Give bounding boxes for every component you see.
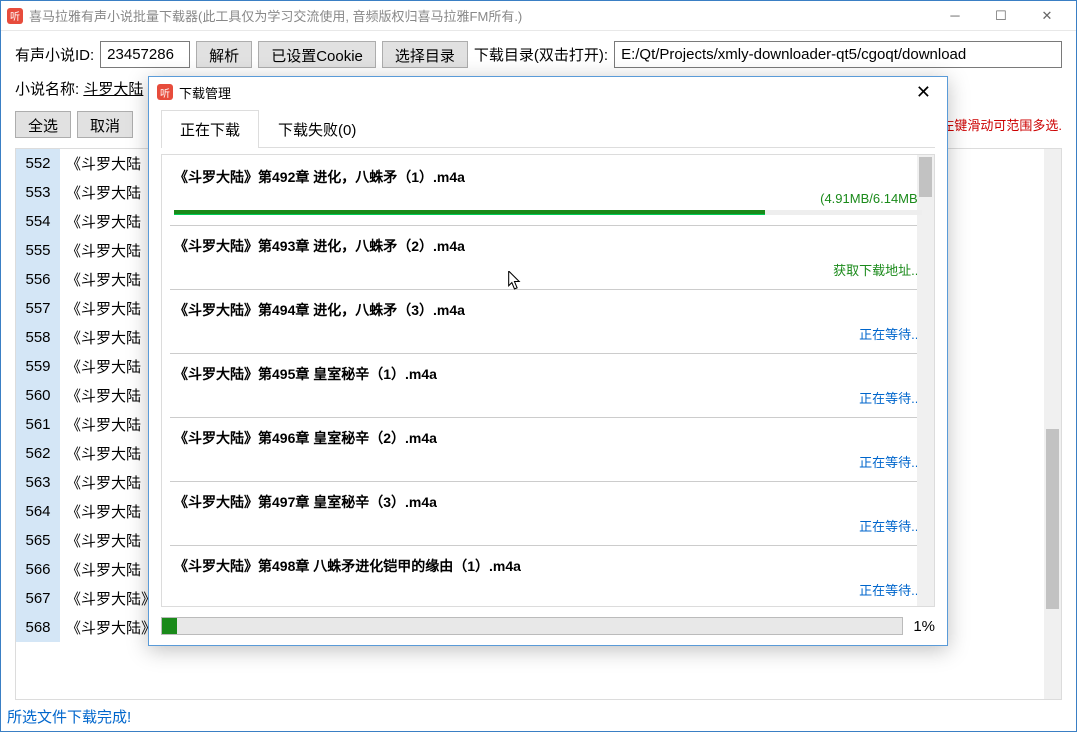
select-all-button[interactable]: 全选 xyxy=(15,111,71,138)
close-button[interactable]: ✕ xyxy=(1024,1,1070,31)
novel-name-label: 小说名称: xyxy=(15,81,79,98)
parse-button[interactable]: 解析 xyxy=(196,41,252,68)
item-filename: 《斗罗大陆》第494章 进化，八蛛矛（3）.m4a xyxy=(174,300,922,320)
row-index: 553 xyxy=(16,178,60,207)
overall-progress: 1% xyxy=(161,617,935,635)
row-index: 566 xyxy=(16,555,60,584)
row-index: 556 xyxy=(16,265,60,294)
download-item[interactable]: 《斗罗大陆》第497章 皇室秘辛（3）.m4a 正在等待... xyxy=(170,482,926,546)
download-item[interactable]: 《斗罗大陆》第493章 进化，八蛛矛（2）.m4a 获取下载地址... xyxy=(170,226,926,290)
dialog-title: 下载管理 xyxy=(179,83,231,102)
row-index: 557 xyxy=(16,294,60,323)
titlebar[interactable]: 听 喜马拉雅有声小说批量下载器(此工具仅为学习交流使用, 音频版权归喜马拉雅FM… xyxy=(1,1,1076,31)
download-path-input[interactable] xyxy=(614,41,1062,68)
download-manager-dialog: 听 下载管理 ✕ 正在下载 下载失败(0) 《斗罗大陆》第492章 进化，八蛛矛… xyxy=(148,76,948,646)
download-item[interactable]: 《斗罗大陆》第494章 进化，八蛛矛（3）.m4a 正在等待... xyxy=(170,290,926,354)
item-filename: 《斗罗大陆》第498章 八蛛矛进化铠甲的缘由（1）.m4a xyxy=(174,556,922,576)
row-index: 564 xyxy=(16,497,60,526)
dialog-close-button[interactable]: ✕ xyxy=(908,82,939,103)
tab-downloading[interactable]: 正在下载 xyxy=(161,110,259,148)
item-status: 正在等待... xyxy=(859,324,922,343)
item-status: 正在等待... xyxy=(859,452,922,471)
table-scrollbar[interactable] xyxy=(1044,149,1061,699)
status-bar: 所选文件下载完成! xyxy=(1,702,1076,731)
row-index: 561 xyxy=(16,410,60,439)
download-list[interactable]: 《斗罗大陆》第492章 进化，八蛛矛（1）.m4a (4.91MB/6.14MB)… xyxy=(161,154,935,607)
table-scroll-thumb[interactable] xyxy=(1046,429,1059,609)
tabs: 正在下载 下载失败(0) xyxy=(161,109,935,148)
row-index: 565 xyxy=(16,526,60,555)
id-label: 有声小说ID: xyxy=(15,44,94,65)
dl-scrollbar[interactable] xyxy=(917,155,934,606)
download-item[interactable]: 《斗罗大陆》第496章 皇室秘辛（2）.m4a 正在等待... xyxy=(170,418,926,482)
download-item[interactable]: 《斗罗大陆》第495章 皇室秘辛（1）.m4a 正在等待... xyxy=(170,354,926,418)
row-index: 568 xyxy=(16,613,60,642)
row-index: 560 xyxy=(16,381,60,410)
row-index: 559 xyxy=(16,352,60,381)
row-index: 554 xyxy=(16,207,60,236)
item-status: 正在等待... xyxy=(859,516,922,535)
dl-scroll-thumb[interactable] xyxy=(919,157,932,197)
maximize-button[interactable]: ☐ xyxy=(978,1,1024,31)
novel-name-value: 斗罗大陆 xyxy=(83,81,143,98)
path-label: 下载目录(双击打开): xyxy=(474,44,608,65)
tab-failed[interactable]: 下载失败(0) xyxy=(259,110,375,148)
window-title: 喜马拉雅有声小说批量下载器(此工具仅为学习交流使用, 音频版权归喜马拉雅FM所有… xyxy=(29,6,932,25)
row-index: 558 xyxy=(16,323,60,352)
toolbar: 有声小说ID: 解析 已设置Cookie 选择目录 下载目录(双击打开): xyxy=(1,31,1076,78)
item-filename: 《斗罗大陆》第493章 进化，八蛛矛（2）.m4a xyxy=(174,236,922,256)
item-progress-bar xyxy=(174,210,922,215)
item-filename: 《斗罗大陆》第492章 进化，八蛛矛（1）.m4a xyxy=(174,167,922,187)
row-index: 555 xyxy=(16,236,60,265)
download-item[interactable]: 《斗罗大陆》第498章 八蛛矛进化铠甲的缘由（1）.m4a 正在等待... xyxy=(170,546,926,607)
download-item[interactable]: 《斗罗大陆》第492章 进化，八蛛矛（1）.m4a (4.91MB/6.14MB) xyxy=(170,157,926,226)
item-status: 正在等待... xyxy=(859,388,922,407)
item-status: (4.91MB/6.14MB) xyxy=(820,191,922,206)
item-status: 正在等待... xyxy=(859,580,922,599)
row-index: 563 xyxy=(16,468,60,497)
overall-percent: 1% xyxy=(913,618,935,635)
dialog-titlebar[interactable]: 听 下载管理 ✕ xyxy=(149,77,947,107)
choose-dir-button[interactable]: 选择目录 xyxy=(382,41,468,68)
row-index: 567 xyxy=(16,584,60,613)
minimize-button[interactable]: ─ xyxy=(932,1,978,31)
row-index: 552 xyxy=(16,149,60,178)
item-filename: 《斗罗大陆》第495章 皇室秘辛（1）.m4a xyxy=(174,364,922,384)
cookie-button[interactable]: 已设置Cookie xyxy=(258,41,376,68)
item-status: 获取下载地址... xyxy=(833,260,922,279)
novel-id-input[interactable] xyxy=(100,41,190,68)
item-filename: 《斗罗大陆》第496章 皇室秘辛（2）.m4a xyxy=(174,428,922,448)
item-filename: 《斗罗大陆》第497章 皇室秘辛（3）.m4a xyxy=(174,492,922,512)
dialog-icon: 听 xyxy=(157,84,173,100)
cancel-button[interactable]: 取消 xyxy=(77,111,133,138)
app-icon: 听 xyxy=(7,8,23,24)
overall-progress-bar xyxy=(161,617,903,635)
row-index: 562 xyxy=(16,439,60,468)
